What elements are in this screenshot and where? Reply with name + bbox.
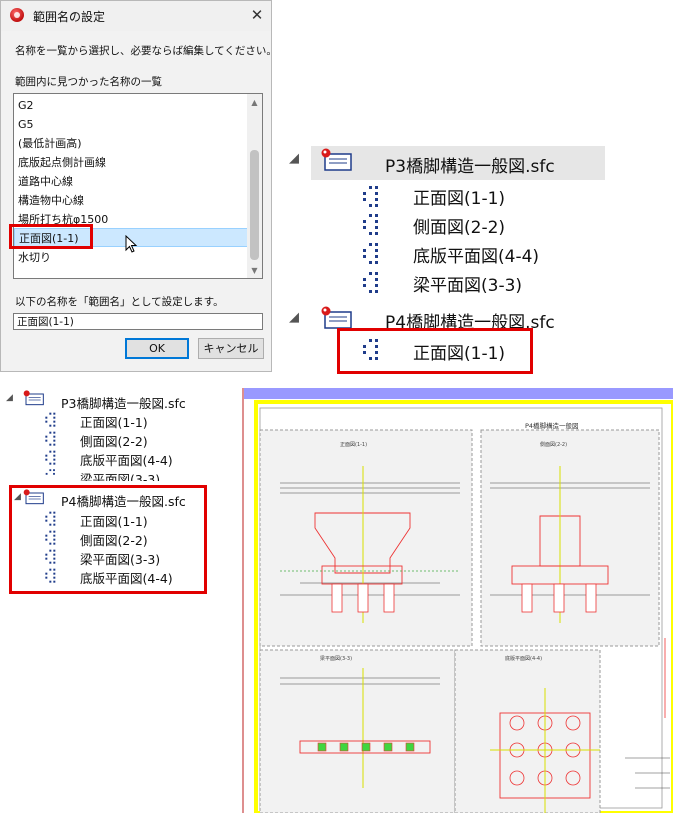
list-item[interactable]: 底版起点側計画線 <box>14 153 248 172</box>
layer-icon <box>45 469 55 475</box>
beam-view-title: 梁平面図(3-3) <box>320 655 352 662</box>
layer-icon <box>45 450 56 465</box>
ok-button[interactable]: OK <box>125 338 189 359</box>
list-scrollbar[interactable]: ▲ ▼ <box>247 94 262 278</box>
dialog-titlebar: 範囲名の設定 ✕ <box>1 1 271 31</box>
instruction-text: 名称を一覧から選択し、必要ならば編集してください。 <box>15 45 277 57</box>
side-view-title: 側面図(2-2) <box>540 441 567 448</box>
list-item[interactable]: 構造物中心線 <box>14 191 248 210</box>
layer-icon <box>363 214 378 235</box>
file-name[interactable]: P3橋脚構造一般図.sfc <box>385 152 555 177</box>
list-item[interactable]: 道路中心線 <box>14 172 248 191</box>
view-name[interactable]: 側面図(2-2) <box>413 213 505 238</box>
scroll-down-icon[interactable]: ▼ <box>247 264 262 278</box>
scroll-up-icon[interactable]: ▲ <box>247 96 262 110</box>
highlight-selected-item <box>9 224 93 249</box>
highlight-p4-front-view <box>337 328 533 374</box>
view-name[interactable]: 正面図(1-1) <box>413 184 505 209</box>
footing-view-title: 底版平面図(4-4) <box>505 655 542 662</box>
highlight-p4-file <box>9 485 207 594</box>
sfc-file-icon <box>321 306 352 329</box>
view-name[interactable]: 底版平面図(4-4) <box>413 242 539 267</box>
scrollbar-thumb[interactable] <box>250 150 259 260</box>
mouse-cursor-icon <box>125 235 138 253</box>
view-name[interactable]: 梁平面図(3-3) <box>80 469 160 481</box>
view-name[interactable]: 梁平面図(3-3) <box>413 271 522 296</box>
view-name[interactable]: 側面図(2-2) <box>80 431 148 450</box>
range-name-dialog: 範囲名の設定 ✕ 名称を一覧から選択し、必要ならば編集してください。 範囲内に見… <box>0 0 277 372</box>
collapse-icon[interactable]: ◢ <box>6 393 13 403</box>
view-name[interactable]: 正面図(1-1) <box>80 412 148 431</box>
layer-icon <box>45 412 56 427</box>
sheet-title: P4橋脚構造一般図 <box>525 421 579 430</box>
collapse-icon[interactable]: ◢ <box>289 310 299 325</box>
front-view-title: 正面図(1-1) <box>340 442 367 448</box>
view-name[interactable]: 底版平面図(4-4) <box>80 450 173 469</box>
drawing-canvas[interactable]: P4橋脚構造一般図 正面図(1-1) 側面図(2-2) 梁平面図(3-3) 底版… <box>240 388 673 813</box>
list-item[interactable]: (最低計画高) <box>14 134 248 153</box>
apply-label: 以下の名称を「範囲名」として設定します。 <box>15 296 224 308</box>
list-item[interactable]: G5 <box>14 115 248 134</box>
close-icon[interactable]: ✕ <box>247 5 267 25</box>
file-name[interactable]: P3橋脚構造一般図.sfc <box>61 393 186 412</box>
layer-icon <box>363 243 378 264</box>
layer-icon <box>363 272 378 293</box>
list-item[interactable]: G2 <box>14 96 248 115</box>
header-bar <box>244 388 673 399</box>
app-logo-icon <box>10 8 24 22</box>
sfc-file-icon <box>321 148 352 171</box>
layer-icon <box>45 431 56 446</box>
dialog-title: 範囲名の設定 <box>33 10 106 24</box>
range-name-field[interactable] <box>13 313 263 330</box>
sfc-file-icon <box>23 390 44 406</box>
cancel-button[interactable]: キャンセル <box>198 338 264 359</box>
list-label: 範囲内に見つかった名称の一覧 <box>15 76 162 88</box>
layer-icon <box>363 186 378 207</box>
drawing-sheet: P4橋脚構造一般図 正面図(1-1) 側面図(2-2) 梁平面図(3-3) 底版… <box>240 388 673 813</box>
collapse-icon[interactable]: ◢ <box>289 151 299 166</box>
